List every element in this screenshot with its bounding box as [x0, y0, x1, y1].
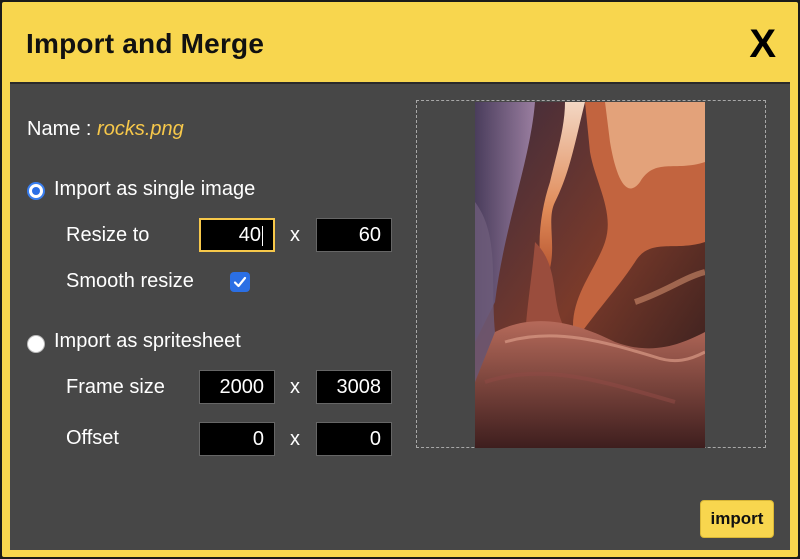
file-name-value: rocks.png	[97, 118, 184, 140]
file-name-label: Name :	[27, 118, 98, 140]
close-icon[interactable]: X	[749, 24, 776, 64]
dialog-body: Name : rocks.png Import as single image …	[10, 82, 790, 550]
checkmark-icon	[233, 276, 247, 288]
image-preview-area	[416, 100, 766, 448]
resize-label: Resize to	[66, 224, 150, 246]
text-cursor	[262, 225, 263, 246]
import-merge-dialog: Import and Merge X Name : rocks.png Impo…	[0, 0, 800, 559]
resize-separator: x	[290, 224, 300, 246]
offset-y-input[interactable]: 0	[316, 422, 392, 456]
smooth-resize-label: Smooth resize	[66, 270, 194, 292]
dialog-title: Import and Merge	[26, 28, 265, 59]
smooth-resize-checkbox[interactable]	[230, 272, 250, 292]
frame-height-input[interactable]: 3008	[316, 370, 392, 404]
canyon-rocks-image	[475, 102, 705, 448]
offset-x-input[interactable]: 0	[199, 422, 275, 456]
frame-width-input[interactable]: 2000	[199, 370, 275, 404]
spritesheet-label[interactable]: Import as spritesheet	[54, 330, 241, 353]
resize-height-input[interactable]: 60	[316, 218, 392, 252]
spritesheet-radio[interactable]	[27, 335, 45, 353]
frame-size-label: Frame size	[66, 376, 165, 398]
single-image-label[interactable]: Import as single image	[54, 178, 255, 201]
image-preview	[475, 102, 705, 448]
file-name-row: Name : rocks.png	[27, 118, 184, 141]
single-image-radio[interactable]	[27, 182, 45, 200]
offset-separator: x	[290, 428, 300, 450]
resize-width-input[interactable]: 40	[199, 218, 275, 252]
frame-size-separator: x	[290, 376, 300, 398]
import-button[interactable]: import	[700, 500, 774, 538]
dialog-header: Import and Merge X	[2, 2, 798, 82]
offset-label: Offset	[66, 427, 119, 449]
